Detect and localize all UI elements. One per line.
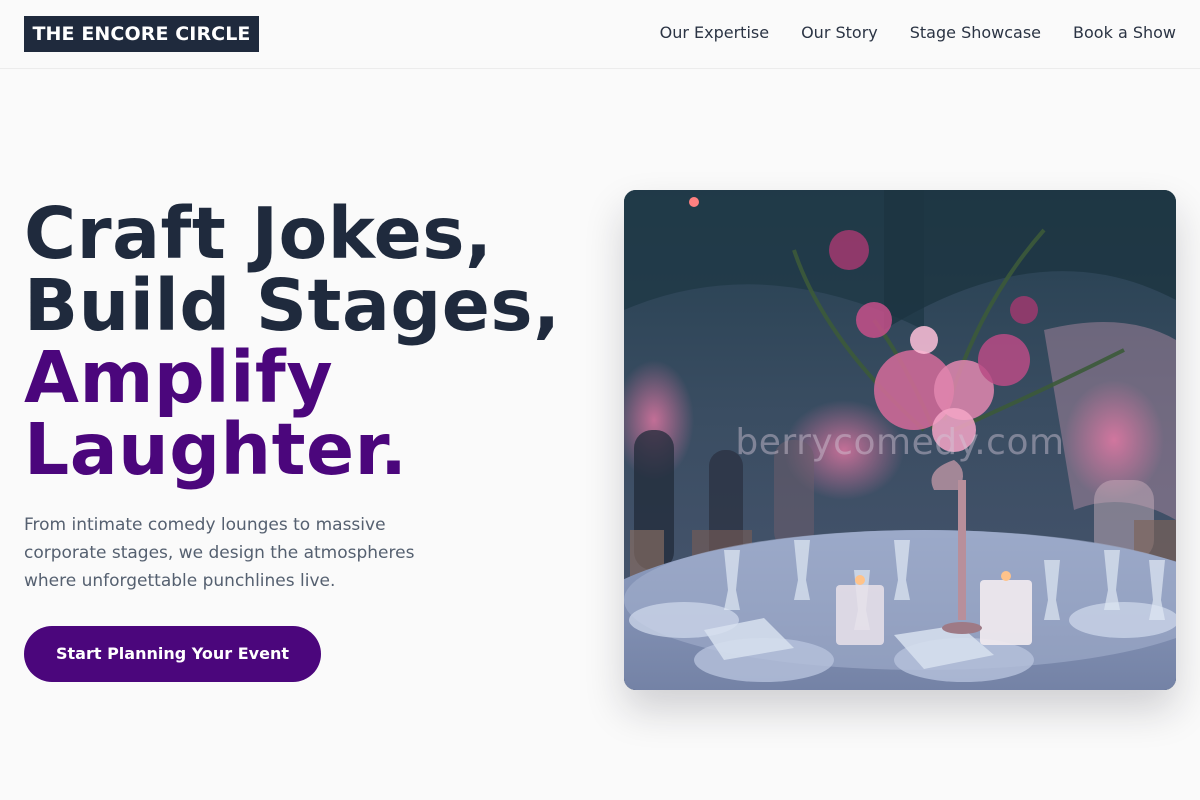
hero-title-line-4: Laughter. (24, 408, 408, 491)
top-navigation-bar: THE ENCORE CIRCLE Our Expertise Our Stor… (0, 0, 1200, 69)
hero-title-line-1: Craft Jokes, (24, 192, 493, 275)
nav-link-book-a-show[interactable]: Book a Show (1073, 22, 1176, 44)
hero-title: Craft Jokes, Build Stages, Amplify Laugh… (24, 198, 561, 486)
image-watermark: berrycomedy.com (735, 422, 1065, 463)
nav-link-stage-showcase[interactable]: Stage Showcase (910, 22, 1041, 44)
brand-logo[interactable]: THE ENCORE CIRCLE (24, 16, 259, 52)
hero-image: berrycomedy.com (624, 190, 1176, 690)
start-planning-button[interactable]: Start Planning Your Event (24, 626, 321, 682)
hero-title-line-2: Build Stages, (24, 264, 561, 347)
main-nav: Our Expertise Our Story Stage Showcase B… (660, 22, 1176, 44)
nav-link-our-expertise[interactable]: Our Expertise (660, 22, 769, 44)
hero-subtitle: From intimate comedy lounges to massive … (24, 515, 415, 591)
hero-title-line-3: Amplify (24, 336, 334, 419)
nav-link-our-story[interactable]: Our Story (801, 22, 878, 44)
